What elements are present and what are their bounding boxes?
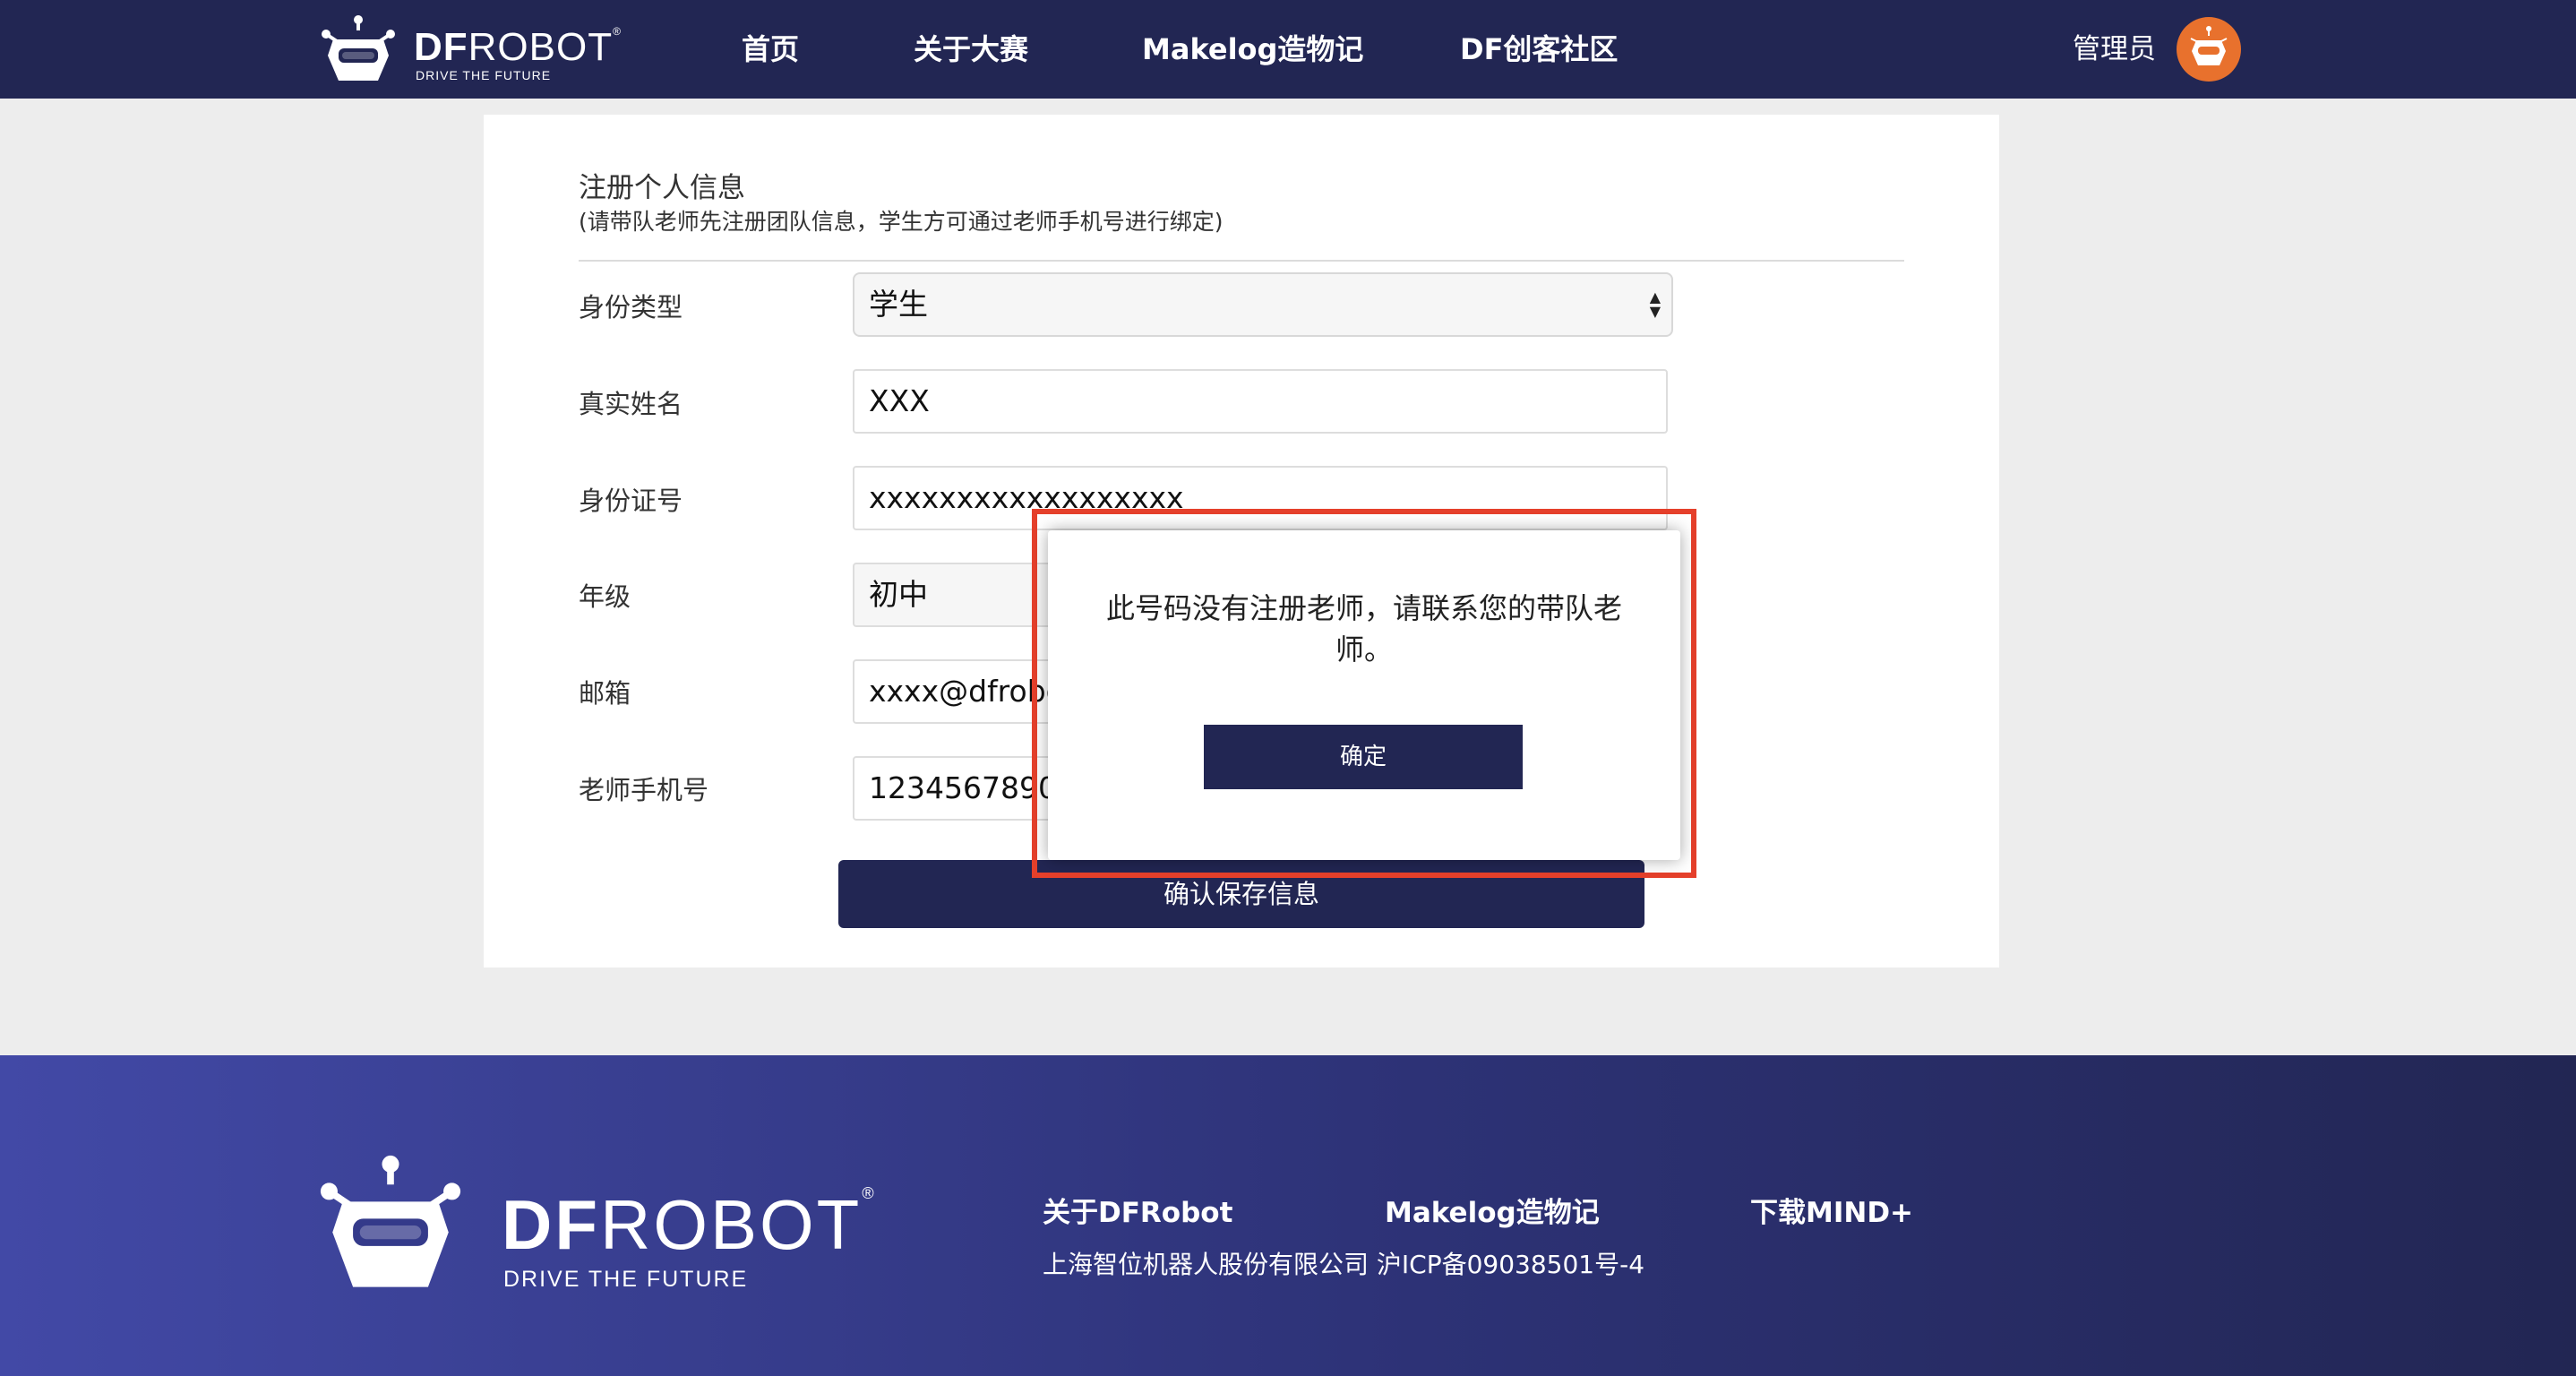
select-arrows-icon: ▲ ▼ [1649,288,1661,320]
nav-about-contest[interactable]: 关于大赛 [914,0,1028,99]
label-identity-type: 身份类型 [579,292,683,322]
nav-df-community[interactable]: DF创客社区 [1460,0,1618,99]
nav-makelog[interactable]: Makelog造物记 [1142,0,1363,99]
label-real-name: 真实姓名 [579,389,683,419]
alert-dialog: 此号码没有注册老师，请联系您的带队老师。 确定 [1048,530,1680,860]
user-name[interactable]: 管理员 [2073,0,2156,99]
label-grade: 年级 [579,581,631,612]
form-subtitle: (请带队老师先注册团队信息，学生方可通过老师手机号进行绑定) [579,209,1224,235]
footer-dfrobot-logo[interactable]: DFROBOT® DRIVE THE FUTURE [319,1154,928,1297]
real-name-input[interactable]: XXX [853,369,1668,434]
robot-logo-icon [322,15,395,81]
footer-company-icp: 上海智位机器人股份有限公司 沪ICP备09038501号-4 [1043,1250,1645,1279]
label-teacher-phone: 老师手机号 [579,775,709,805]
robot-avatar-icon [2190,26,2228,65]
robot-logo-icon [320,1155,461,1287]
label-id-number: 身份证号 [579,486,683,516]
confirm-button[interactable]: 确定 [1204,725,1523,789]
identity-type-select[interactable]: 学生 ▲ ▼ [853,272,1673,337]
label-email: 邮箱 [579,678,631,709]
top-nav-bar: DFROBOT® DRIVE THE FUTURE 首页 关于大赛 Makelo… [0,0,2576,99]
alert-message: 此号码没有注册老师，请联系您的带队老师。 [1105,591,1622,666]
nav-home[interactable]: 首页 [742,0,799,99]
footer: DFROBOT® DRIVE THE FUTURE 关于DFRobot Make… [0,1055,2576,1376]
form-title: 注册个人信息 [579,172,745,204]
footer-link-download-mind[interactable]: 下载MIND+ [1750,1190,1913,1230]
divider [579,260,1904,262]
footer-link-about-dfrobot[interactable]: 关于DFRobot [1043,1190,1232,1230]
dfrobot-logo[interactable]: DFROBOT® DRIVE THE FUTURE [321,14,643,86]
avatar[interactable] [2177,17,2241,82]
footer-link-makelog[interactable]: Makelog造物记 [1385,1190,1600,1230]
